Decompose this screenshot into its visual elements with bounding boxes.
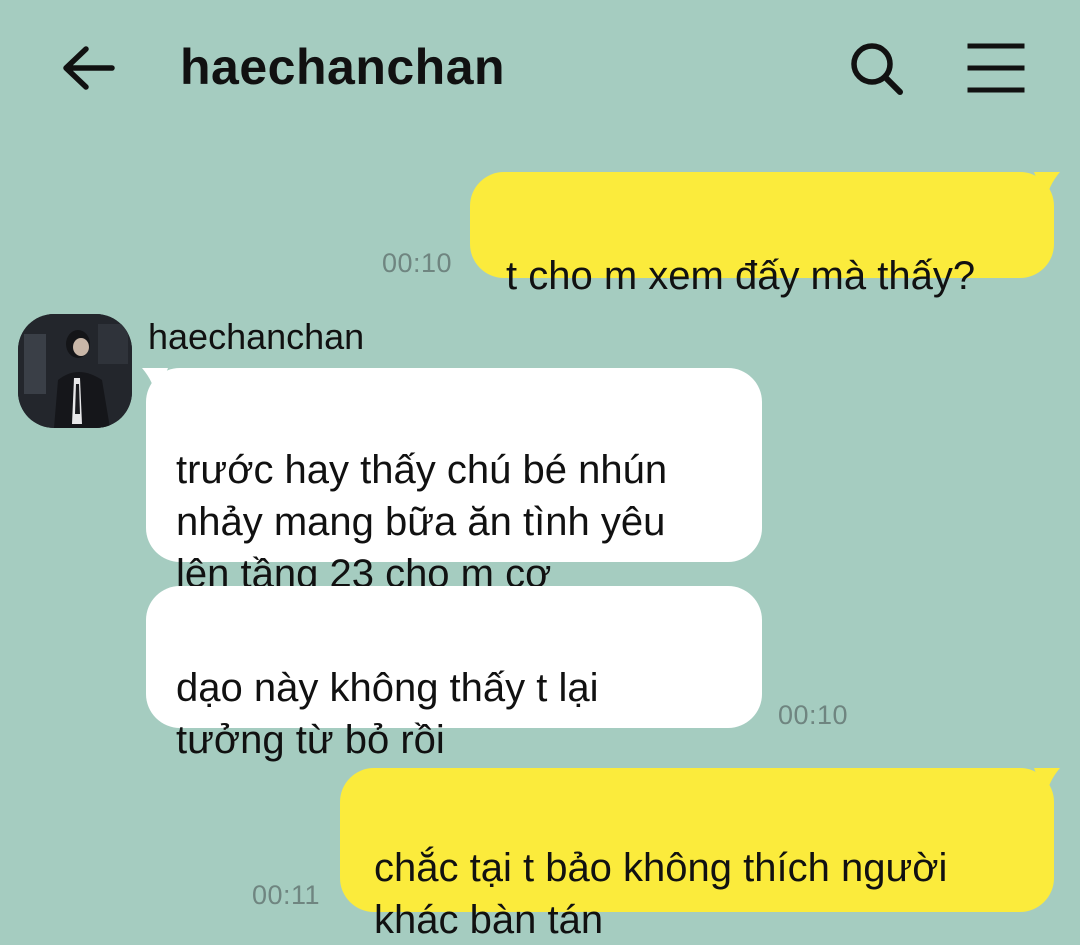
chat-screen: haechanchan 00:10 t cho m xem đấy mà thấ… [0, 0, 1080, 945]
bubble-tail [1034, 768, 1060, 798]
back-button[interactable] [56, 40, 120, 96]
incoming-message-bubble[interactable]: trước hay thấy chú bé nhún nhảy mang bữa… [146, 368, 762, 596]
search-button[interactable] [842, 36, 912, 100]
message-timestamp: 00:11 [252, 880, 321, 910]
bubble-tail [1034, 172, 1060, 202]
hamburger-menu-icon [967, 43, 1025, 93]
menu-button[interactable] [962, 36, 1032, 100]
message-timestamp: 00:10 [778, 700, 849, 730]
message-text: dạo này không thấy t lại tưởng từ bỏ rồi [176, 666, 599, 762]
outgoing-message-bubble[interactable]: t cho m xem đấy mà thấy? [470, 172, 1054, 298]
message-text: chắc tại t bảo không thích người khác bà… [374, 846, 948, 942]
search-icon [851, 43, 903, 95]
arrow-left-icon [63, 46, 115, 90]
incoming-message-bubble[interactable]: dạo này không thấy t lại tưởng từ bỏ rồi [146, 586, 762, 762]
chat-title: haechanchan [180, 39, 506, 95]
message-timestamp: 00:10 [382, 248, 453, 278]
chat-header: haechanchan [0, 0, 1080, 140]
outgoing-message-bubble[interactable]: chắc tại t bảo không thích người khác bà… [340, 768, 1054, 942]
profile-photo-icon [18, 314, 132, 428]
message-text: trước hay thấy chú bé nhún nhảy mang bữa… [176, 448, 668, 596]
sender-name: haechanchan [148, 316, 365, 357]
message-text: t cho m xem đấy mà thấy? [506, 254, 976, 298]
avatar[interactable] [18, 314, 132, 428]
